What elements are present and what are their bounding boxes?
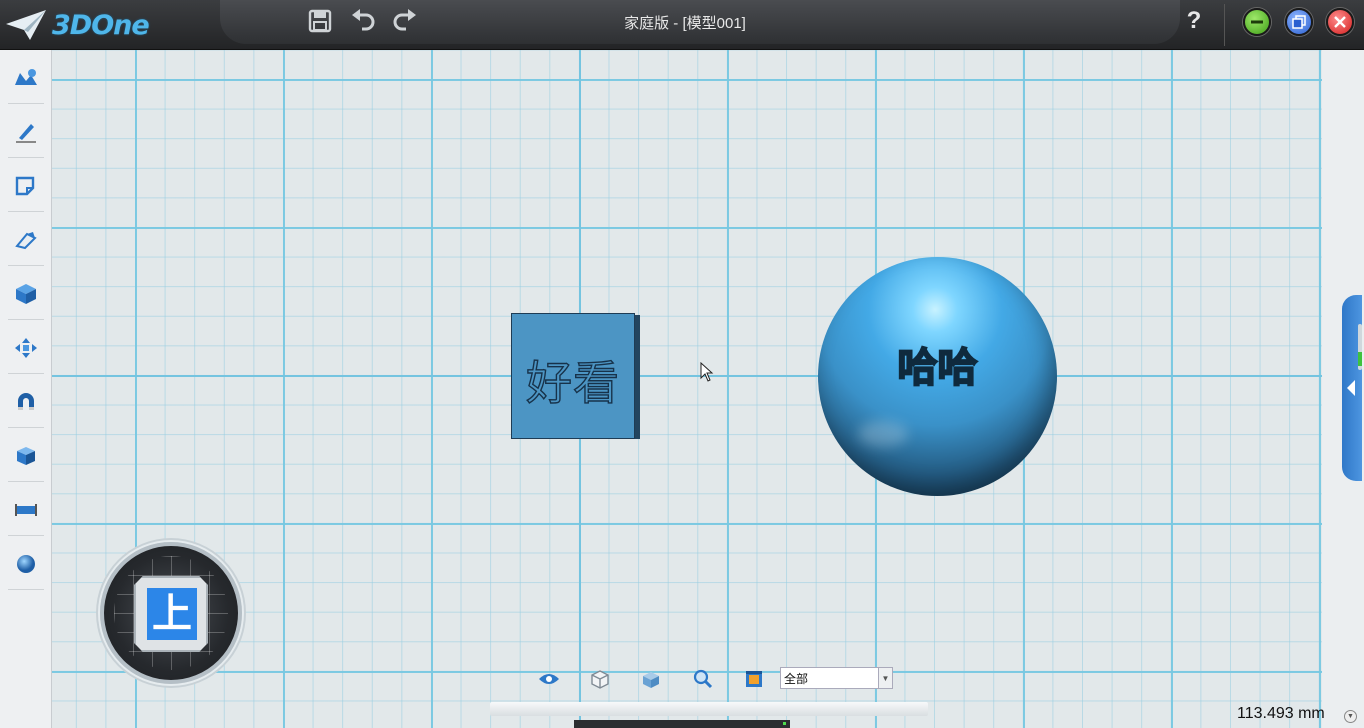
- render-icon: [746, 671, 762, 687]
- material-tool[interactable]: [6, 538, 46, 590]
- panel-scroll-indicator[interactable]: [1358, 324, 1362, 370]
- wireframe-cube-icon: [591, 670, 609, 689]
- view-cube[interactable]: 上: [100, 542, 242, 684]
- magnet-tool[interactable]: [6, 376, 46, 428]
- view-toggle-button[interactable]: [536, 666, 562, 692]
- redo-icon: [393, 9, 416, 31]
- basic-solid-icon: [15, 69, 37, 85]
- app-window: 3DOne 家庭版 - [模型001] ? 好看 哈哈 上 全部 ▼ 113.4…: [0, 0, 1364, 728]
- filter-select-value: 全部: [784, 671, 809, 686]
- render-button[interactable]: [741, 666, 767, 692]
- view-cube-face[interactable]: 上: [134, 576, 208, 652]
- material-icon: [17, 555, 35, 573]
- mouse-cursor-icon: [700, 362, 714, 382]
- left-toolbar: [0, 50, 52, 728]
- save-icon: [308, 9, 332, 33]
- logo-text: 3DOne: [52, 9, 150, 41]
- combine-tool[interactable]: [6, 430, 46, 482]
- box-model[interactable]: 好看: [511, 313, 640, 439]
- move-tool[interactable]: [6, 322, 46, 374]
- wireframe-view-button[interactable]: [587, 666, 613, 692]
- close-button[interactable]: [1326, 8, 1354, 36]
- title-bar: 3DOne 家庭版 - [模型001] ?: [0, 0, 1364, 50]
- shaded-cube-icon: [643, 672, 659, 688]
- chevron-down-icon[interactable]: ▼: [878, 668, 892, 688]
- move-icon: [15, 338, 37, 358]
- sketch-edit-icon: [15, 176, 35, 196]
- undo-icon: [352, 9, 375, 31]
- magnet-icon: [18, 393, 34, 410]
- basic-edit-icon: [16, 284, 36, 304]
- sphere-embossed-text: 哈哈: [897, 344, 979, 392]
- help-button[interactable]: ?: [1180, 6, 1208, 36]
- app-logo: 3DOne: [4, 6, 150, 44]
- zoom-button[interactable]: [690, 666, 716, 692]
- sketch-edit-tool[interactable]: [6, 160, 46, 212]
- sketch-tool[interactable]: [6, 106, 46, 158]
- zoom-icon: [693, 669, 713, 689]
- restore-icon: [1292, 15, 1306, 29]
- redo-button[interactable]: [390, 6, 420, 36]
- special-feature-icon: [15, 232, 37, 250]
- minus-icon: [1251, 20, 1263, 24]
- resource-panel-toggle[interactable]: [1342, 295, 1362, 481]
- save-button[interactable]: [305, 6, 335, 36]
- basic-solid-tool[interactable]: [6, 52, 46, 104]
- measure-options-button[interactable]: ▼: [1344, 710, 1357, 723]
- bottom-toolbar-shelf: [490, 702, 928, 716]
- close-icon: [1334, 16, 1346, 28]
- restore-button[interactable]: [1285, 8, 1313, 36]
- combine-icon: [17, 447, 35, 465]
- bottom-toolbar: 全部 ▼: [490, 660, 928, 716]
- basic-edit-tool[interactable]: [6, 268, 46, 320]
- 3d-viewport[interactable]: [52, 50, 1342, 728]
- filter-select[interactable]: 全部 ▼: [780, 667, 893, 689]
- box-side-face: [635, 315, 640, 439]
- view-eye-icon: [539, 674, 559, 684]
- sphere-highlight: [858, 421, 908, 447]
- measure-readout: 113.493 mm: [1237, 705, 1325, 722]
- view-cube-top-label: 上: [147, 588, 197, 640]
- chevron-left-icon: [1347, 380, 1355, 396]
- paper-plane-icon: [6, 10, 46, 40]
- title-separator: [1224, 4, 1225, 46]
- distance-measure-icon: [15, 504, 37, 516]
- sketch-icon: [16, 124, 36, 143]
- minimize-button[interactable]: [1243, 8, 1271, 36]
- window-title: 家庭版 - [模型001]: [624, 15, 746, 32]
- bottom-status-bar: [574, 720, 790, 728]
- sphere-model[interactable]: 哈哈: [818, 257, 1057, 496]
- distance-measure-tool[interactable]: [6, 484, 46, 536]
- special-feature-tool[interactable]: [6, 214, 46, 266]
- box-embossed-text: 好看: [525, 355, 620, 410]
- shaded-view-button[interactable]: [638, 666, 664, 692]
- undo-button[interactable]: [348, 6, 378, 36]
- x-axis-line: [52, 375, 1342, 377]
